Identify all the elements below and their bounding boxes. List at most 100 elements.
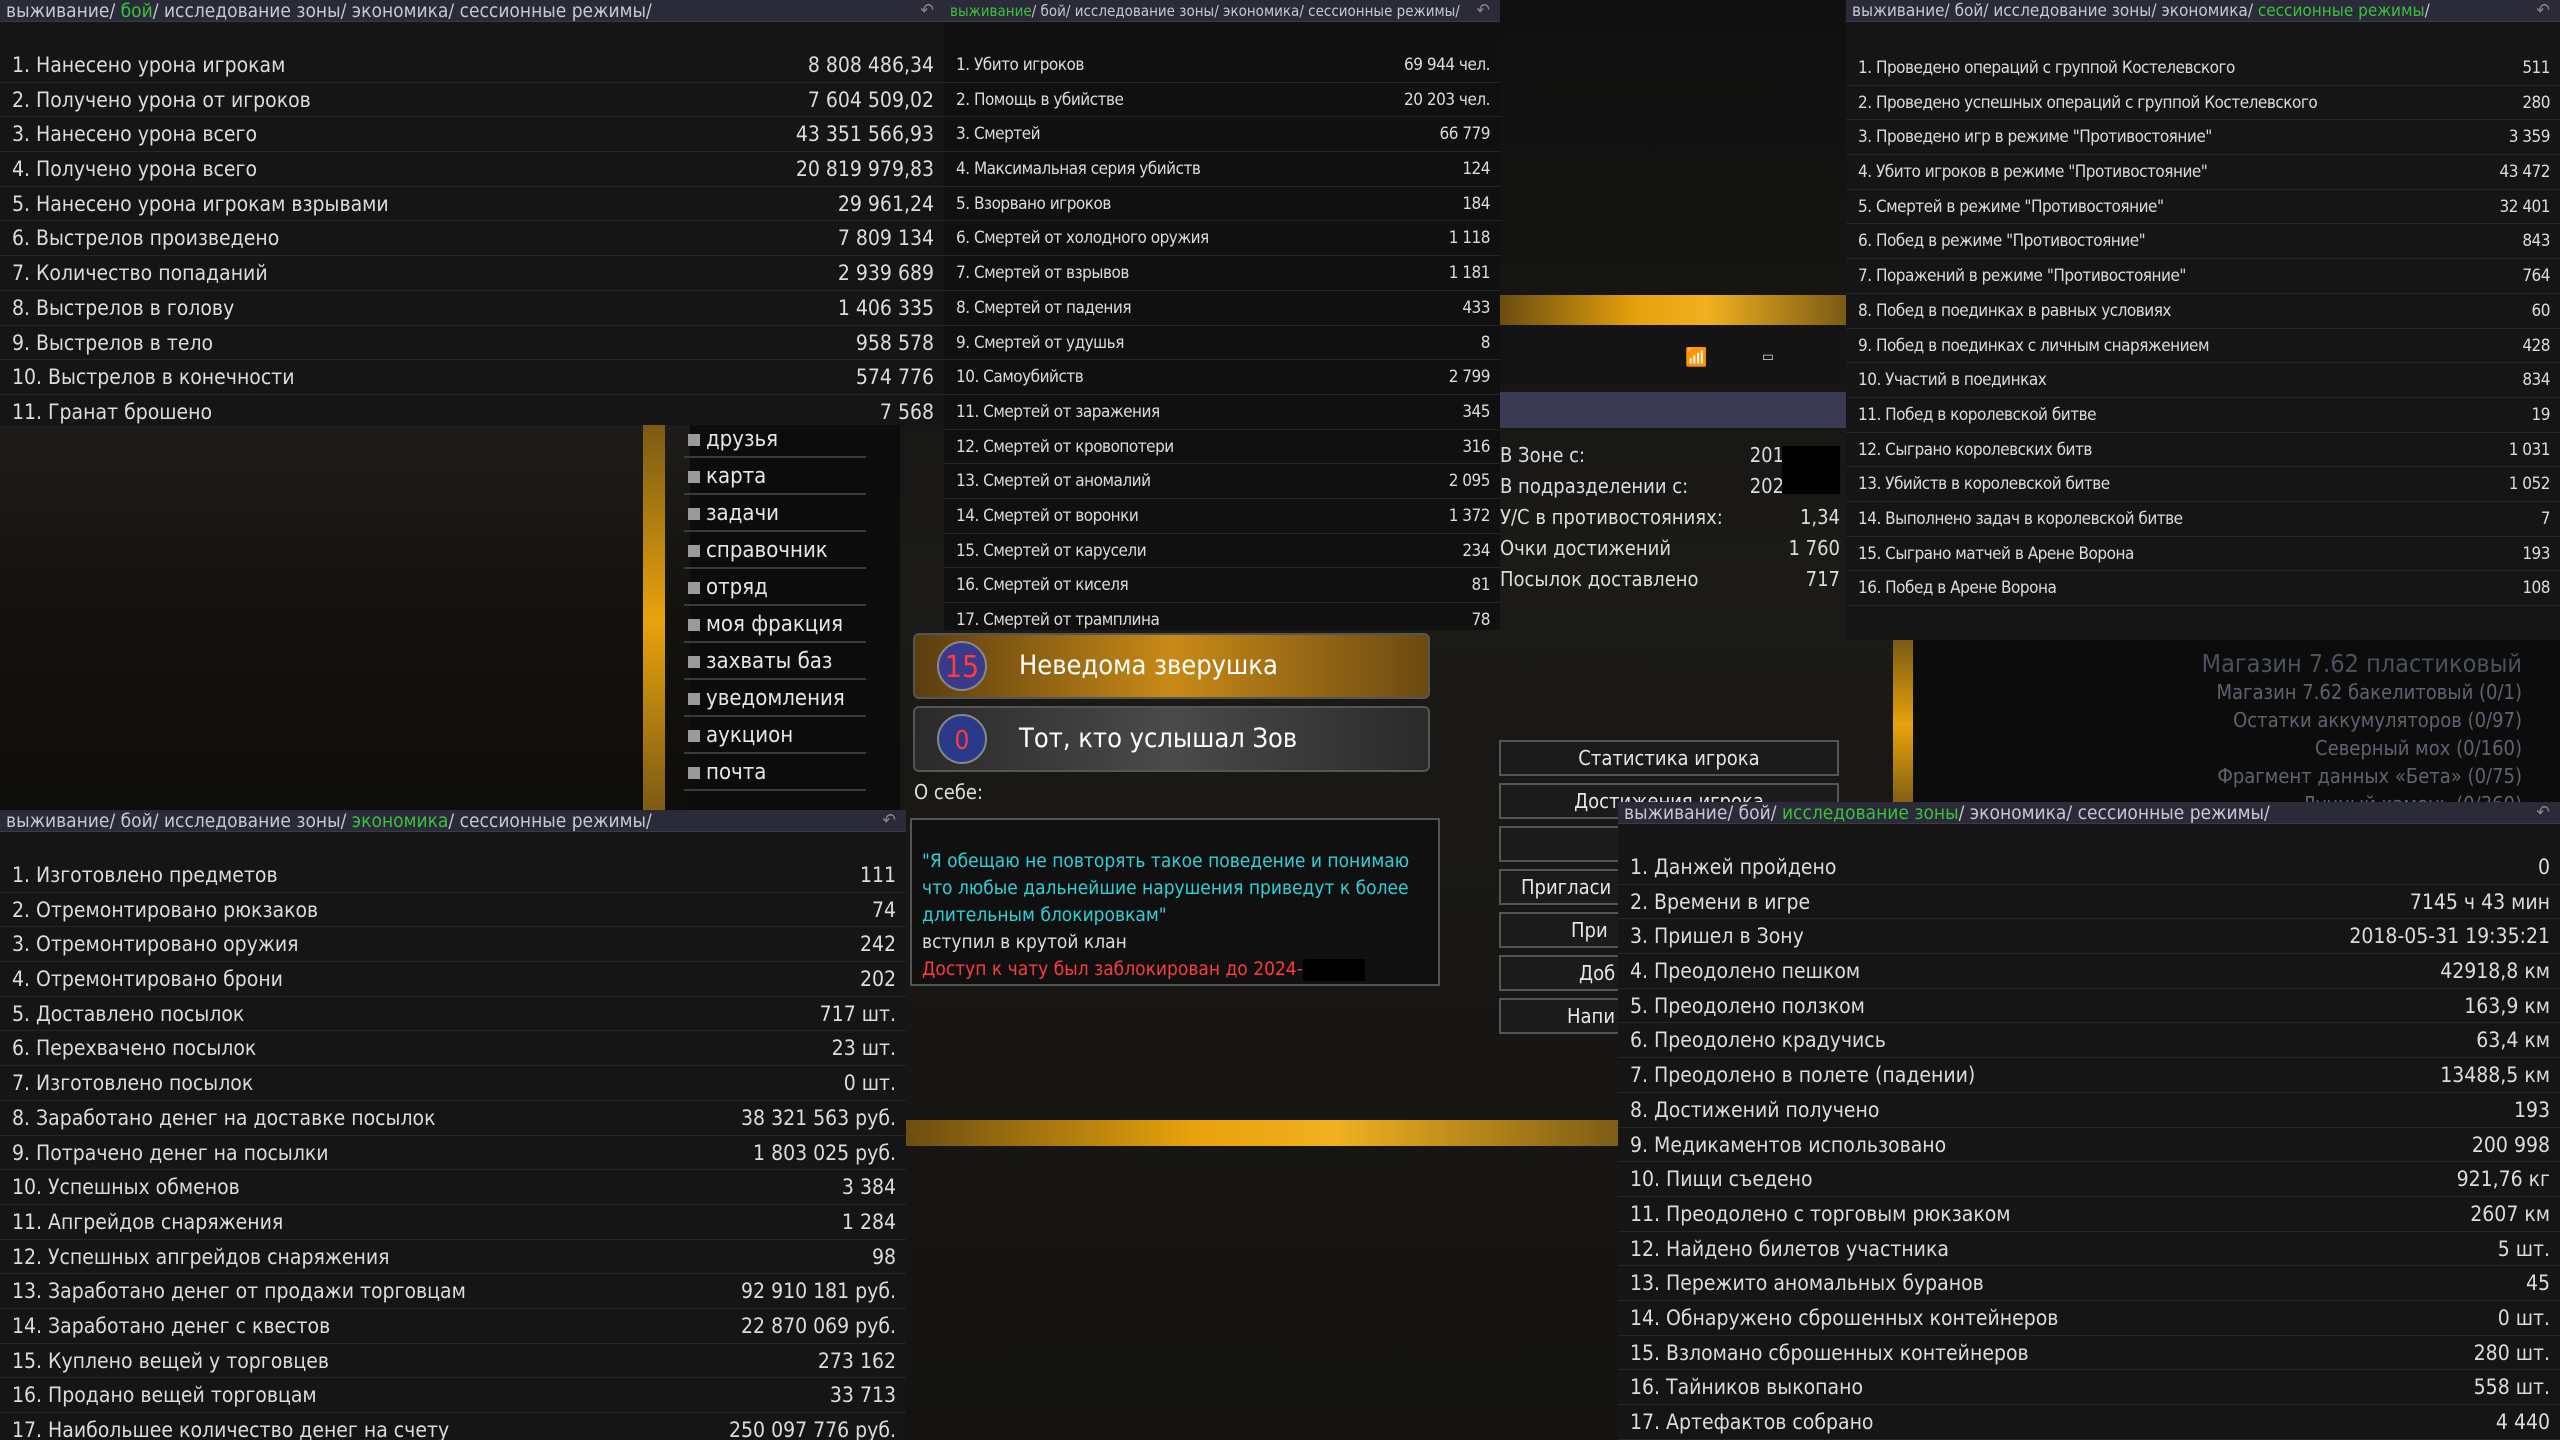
tab-sessions[interactable]: сессионные режимы (460, 0, 646, 22)
tab-economy[interactable]: экономика (352, 810, 449, 832)
tab-survival[interactable]: выживание (6, 810, 109, 832)
tab-economy[interactable]: экономика (2161, 1, 2247, 21)
menu-map[interactable]: карта (684, 461, 866, 495)
tab-exploration[interactable]: исследование зоны (1782, 802, 1959, 824)
stat-label: 14. Заработано денег с квестов (12, 1313, 331, 1338)
stat-value: 280 (2522, 92, 2550, 113)
battery-icon: ▭ (1762, 349, 1774, 365)
tab-exploration[interactable]: исследование зоны (1993, 1, 2151, 21)
stat-label: 8. Заработано денег на доставке посылок (12, 1105, 436, 1130)
stat-label: 3. Пришел в Зону (1630, 924, 1804, 949)
stat-label: 3. Нанесено урона всего (12, 122, 258, 147)
about-line: вступил в крутой клан (922, 931, 1127, 953)
stat-value: 32 401 (2499, 196, 2551, 217)
stat-value: 7 (2540, 508, 2551, 529)
stat-row: 4. Получено урона всего 20 819 979,83 (0, 152, 944, 187)
stat-row: 17. Артефактов собрано 4 440 (1618, 1405, 2560, 1440)
tab-survival[interactable]: выживание (6, 0, 109, 22)
tab-survival[interactable]: выживание (950, 2, 1032, 20)
tab-economy[interactable]: экономика (352, 0, 449, 22)
stat-label: 4. Отремонтировано брони (12, 967, 283, 992)
menu-friends[interactable]: друзья (684, 424, 866, 458)
yellow-frame-bar (1500, 295, 1846, 325)
stats-tabs: выживание/ бой/ исследование зоны/ эконо… (0, 0, 944, 22)
menu-mail[interactable]: почта (684, 757, 866, 791)
back-icon[interactable]: ↶ (2536, 802, 2550, 824)
stat-label: 1. Проведено операций с группой Костелев… (1858, 58, 2235, 78)
stat-value: 4 440 (2495, 1410, 2550, 1434)
tab-battle[interactable]: бой (1739, 802, 1771, 824)
stat-value: 8 (1480, 332, 1491, 353)
stat-row: 3. Нанесено урона всего 43 351 566,93 (0, 117, 944, 153)
stat-value: 717 шт. (819, 1001, 896, 1026)
tab-survival[interactable]: выживание (1852, 1, 1945, 21)
back-icon[interactable]: ↶ (2536, 0, 2550, 22)
signal-icon: 📶 (1685, 347, 1708, 368)
back-icon[interactable]: ↶ (1476, 0, 1490, 22)
tab-battle[interactable]: бой (121, 0, 153, 22)
menu-auction[interactable]: аукцион (684, 720, 866, 754)
shop-item: Фрагмент данных «Бета» (0/75) (2217, 764, 2522, 788)
tab-exploration[interactable]: исследование зоны (1075, 2, 1214, 20)
yellow-frame-bar-bottom (905, 1120, 1625, 1146)
stat-row: 2. Проведено успешных операций с группой… (1846, 86, 2560, 121)
stat-label: 9. Медикаментов использовано (1630, 1132, 1947, 1157)
stat-value: 958 578 (855, 330, 934, 355)
stat-label: 5. Нанесено урона игрокам взрывами (12, 191, 389, 216)
back-icon[interactable]: ↶ (882, 810, 896, 832)
stat-value: 2018-05-31 19:35:21 (2349, 924, 2550, 949)
stat-row: 6. Побед в режиме "Противостояние" 843 (1846, 224, 2560, 260)
redaction-block (1302, 958, 1365, 981)
stat-row: 4. Преодолено пешком 42918,8 км (1618, 954, 2560, 989)
stat-row: 14. Выполнено задач в королевской битве 7 (1846, 502, 2560, 537)
shop-panel: Магазин 7.62 пластиковый Магазин 7.62 ба… (1960, 640, 2530, 817)
stat-label: 7. Изготовлено посылок (12, 1071, 254, 1096)
menu-handbook[interactable]: справочник (684, 535, 866, 569)
stat-row: 13. Пережито аномальных буранов 45 (1618, 1266, 2560, 1301)
tab-economy[interactable]: экономика (1223, 2, 1299, 20)
tab-sessions[interactable]: сессионные режимы (2078, 802, 2264, 824)
stat-label: 15. Куплено вещей у торговцев (12, 1348, 330, 1373)
menu-notifications[interactable]: уведомления (684, 683, 866, 717)
stat-value: 1 372 (1448, 505, 1491, 526)
tab-sessions[interactable]: сессионные режимы (460, 810, 646, 832)
menu-faction[interactable]: моя фракция (684, 609, 866, 643)
stat-row: 12. Сыграно королевских битв 1 031 (1846, 433, 2560, 468)
stat-label: 6. Выстрелов произведено (12, 226, 280, 251)
stat-label: 9. Выстрелов в тело (12, 330, 214, 355)
stat-label: 11. Преодолено с торговым рюкзаком (1630, 1201, 2011, 1226)
menu-base-captures[interactable]: захваты баз (684, 646, 866, 680)
stat-value: 63,4 км (2476, 1028, 2550, 1053)
tab-sessions[interactable]: сессионные режимы (1308, 2, 1455, 20)
stat-row: 5. Доставлено посылок 717 шт. (0, 997, 906, 1032)
stat-row: 14. Смертей от воронки 1 372 (944, 499, 1500, 534)
tab-battle[interactable]: бой (1041, 2, 1066, 20)
stat-row: 5. Взорвано игроков 184 (944, 187, 1500, 222)
tab-sessions[interactable]: сессионные режимы (2258, 1, 2425, 21)
menu-squad[interactable]: отряд (684, 572, 866, 606)
profile-row: У/С в противостояниях: 1,34 (1500, 505, 1840, 529)
menu-tasks[interactable]: задачи (684, 498, 866, 532)
back-icon[interactable]: ↶ (920, 0, 934, 22)
tab-exploration[interactable]: исследование зоны (164, 810, 341, 832)
tab-exploration[interactable]: исследование зоны (164, 0, 341, 22)
stat-row: 15. Сыграно матчей в Арене Ворона 193 (1846, 537, 2560, 572)
tab-battle[interactable]: бой (121, 810, 153, 832)
stat-row: 9. Побед в поединках с личным снаряжение… (1846, 329, 2560, 364)
stat-value: 200 998 (2471, 1132, 2550, 1157)
tab-economy[interactable]: экономика (1970, 802, 2067, 824)
tab-battle[interactable]: бой (1955, 1, 1984, 21)
tab-survival[interactable]: выживание (1624, 802, 1727, 824)
stat-label: 6. Перехвачено посылок (12, 1036, 257, 1061)
stat-value: 574 776 (855, 365, 934, 390)
stat-value: 3 359 (2508, 127, 2551, 148)
stat-label: 11. Апгрейдов снаряжения (12, 1209, 284, 1234)
stat-label: 1. Изготовлено предметов (12, 863, 278, 887)
stat-row: 5. Смертей в режиме "Противостояние" 32 4… (1846, 190, 2560, 225)
player-stats-button[interactable]: Статистика игрока (1499, 740, 1839, 776)
stat-label: 1. Убито игроков (956, 55, 1084, 75)
stat-label: 2. Отремонтировано рюкзаков (12, 897, 319, 922)
stat-row: 5. Преодолено ползком 163,9 км (1618, 989, 2560, 1024)
stat-row: 7. Преодолено в полете (падении) 13488,5 … (1618, 1058, 2560, 1093)
stat-label: 10. Выстрелов в конечности (12, 365, 295, 390)
